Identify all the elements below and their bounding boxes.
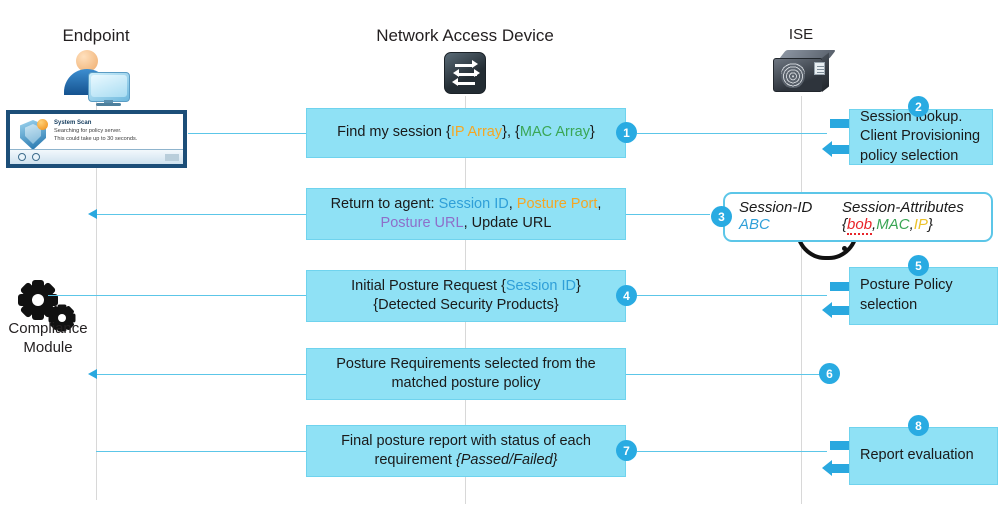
connector-ise-to-msg6 [626,374,820,375]
session-table-box[interactable]: Session-ID ABC Session-Attributes {bob,M… [723,192,993,242]
fingerprint-icon [781,62,805,88]
system-scan-footer [10,149,183,164]
system-scan-text: System Scan Searching for policy server.… [54,119,179,144]
resize-grip[interactable] [165,154,179,161]
session-id-header: Session-ID [739,199,813,216]
step-badge-1[interactable]: 1 [616,122,637,143]
connector-msg6-to-endpoint [96,374,306,375]
session-id-column: Session-ID ABC [739,199,812,233]
session-attributes-header: Session-Attributes [842,199,964,216]
connector-msg7-to-ise [637,451,827,452]
info-icon[interactable] [32,153,40,161]
message-6-text: Posture Requirements selected from the m… [336,355,596,391]
message-box-4[interactable]: Initial Posture Request {Session ID} {De… [306,270,626,322]
document-icon [814,62,825,75]
ise-server-fingerprint-icon [773,50,837,94]
monitor-screen [91,75,127,97]
step-badge-8[interactable]: 8 [908,415,929,436]
connector-msg2-to-sess [626,214,710,215]
lifeline-ise [801,96,802,504]
compliance-module-label: Compliance Module [0,320,96,358]
system-scan-window[interactable]: System Scan Searching for policy server.… [6,110,187,168]
message-7-text: Final posture report with status of each… [341,432,591,468]
ise-action-5-line2: selection [860,297,918,313]
ise-action-2-line3: policy selection [860,147,959,164]
message-1-text: Find my session {IP Array}, {MAC Array} [337,124,595,141]
system-scan-line2: This could take up to 30 seconds. [54,136,138,143]
arrow-left-msg2 [88,209,97,219]
message-box-7[interactable]: Final posture report with status of each… [306,425,626,477]
system-scan-line1: Searching for policy server. [54,128,122,135]
ise-action-box-5[interactable]: Posture Policy selection [849,267,998,325]
column-title-nad: Network Access Device [376,26,554,45]
connector-endpoint-to-msg4 [48,295,306,296]
session-attributes-value: {bob,MAC,IP} [842,216,933,235]
message-box-1[interactable]: Find my session {IP Array}, {MAC Array} [306,108,626,158]
diagram-canvas: Endpoint Network Access Device ISE Syste… [0,0,999,508]
message-4-text: Initial Posture Request {Session ID} {De… [351,277,581,313]
column-title-ise: ISE [788,26,814,43]
gear-icon[interactable] [18,153,26,161]
arrow-left-msg6 [88,369,97,379]
user-computer-icon [62,50,132,106]
step-badge-3[interactable]: 3 [711,206,732,227]
message-2-text: Return to agent: Session ID, Posture Por… [330,195,602,231]
network-switch-icon [444,52,486,94]
session-id-value: ABC [739,216,770,233]
step-badge-5[interactable]: 5 [908,255,929,276]
ise-action-box-8[interactable]: Report evaluation [849,427,998,485]
compliance-module-label-line2: Module [23,338,73,356]
shield-scan-icon [20,119,48,150]
step-badge-4[interactable]: 4 [616,285,637,306]
ise-action-2-text: Session lookup. Client Provisioning poli… [860,108,992,167]
system-scan-title: System Scan [54,120,92,126]
monitor-base [96,103,121,106]
step-badge-7[interactable]: 7 [616,440,637,461]
ise-action-5-line1: Posture Policy [860,277,953,294]
connector-msg2-to-endpoint [96,214,306,215]
compliance-module-label-line1: Compliance [8,320,88,337]
message-box-6[interactable]: Posture Requirements selected from the m… [306,348,626,400]
ise-action-2-line2: Client Provisioning [860,128,981,145]
step-badge-6[interactable]: 6 [819,363,840,384]
step-badge-2[interactable]: 2 [908,96,929,117]
ise-action-5-text: Posture Policy selection [860,276,997,315]
connector-endpoint-to-msg7 [96,451,306,452]
ise-action-8-text: Report evaluation [860,447,974,464]
session-attributes-column: Session-Attributes {bob,MAC,IP} [842,199,964,235]
message-box-2[interactable]: Return to agent: Session ID, Posture Por… [306,188,626,240]
connector-msg4-to-ise [637,295,827,296]
ise-action-box-2[interactable]: Session lookup. Client Provisioning poli… [849,109,993,165]
column-title-endpoint: Endpoint [62,26,130,45]
connector-msg1-to-ise [637,133,827,134]
connector-endpoint-to-msg1 [188,133,306,134]
